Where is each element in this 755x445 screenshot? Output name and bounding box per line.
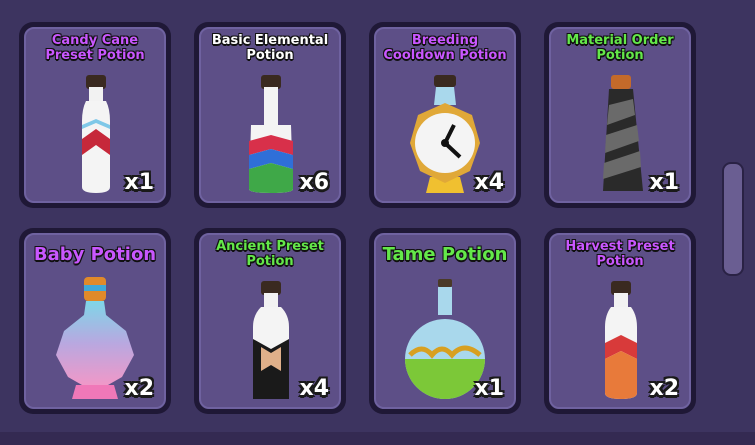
item-quantity: x1 <box>649 170 680 195</box>
item-quantity: x2 <box>124 376 155 401</box>
item-tile-ancient-preset-potion[interactable]: Ancient Preset Potion x4 <box>194 228 346 414</box>
item-quantity: x4 <box>299 376 330 401</box>
item-quantity: x2 <box>649 376 680 401</box>
item-tile-basic-elemental-potion[interactable]: Basic Elemental Potion x6 <box>194 22 346 208</box>
inventory-panel: Candy Cane Preset Potion x1 Basic Elemen… <box>0 0 755 445</box>
item-name: Ancient Preset Potion <box>216 239 324 269</box>
item-name: Basic Elemental Potion <box>211 33 329 63</box>
item-name: Tame Potion <box>382 244 508 265</box>
item-name: Harvest Preset Potion <box>565 239 675 269</box>
item-tile-material-order-potion[interactable]: Material Order Potion x1 <box>544 22 696 208</box>
item-tile-tame-potion[interactable]: Tame Potion x1 <box>369 228 521 414</box>
item-quantity: x1 <box>474 376 505 401</box>
item-quantity: x1 <box>124 170 155 195</box>
item-name: Material Order Potion <box>566 33 674 63</box>
item-name: Baby Potion <box>33 244 157 265</box>
item-tile-candy-cane-preset-potion[interactable]: Candy Cane Preset Potion x1 <box>19 22 171 208</box>
item-name: Candy Cane Preset Potion <box>45 33 145 63</box>
item-tile-breeding-cooldown-potion[interactable]: Breeding Cooldown Potion x4 <box>369 22 521 208</box>
item-quantity: x6 <box>299 170 330 195</box>
item-name: Breeding Cooldown Potion <box>383 33 507 63</box>
item-tile-harvest-preset-potion[interactable]: Harvest Preset Potion x2 <box>544 228 696 414</box>
next-row-edge <box>0 432 755 445</box>
item-tile-baby-potion[interactable]: Baby Potion x2 <box>19 228 171 414</box>
inventory-scrollbar[interactable] <box>722 162 744 276</box>
item-quantity: x4 <box>474 170 505 195</box>
